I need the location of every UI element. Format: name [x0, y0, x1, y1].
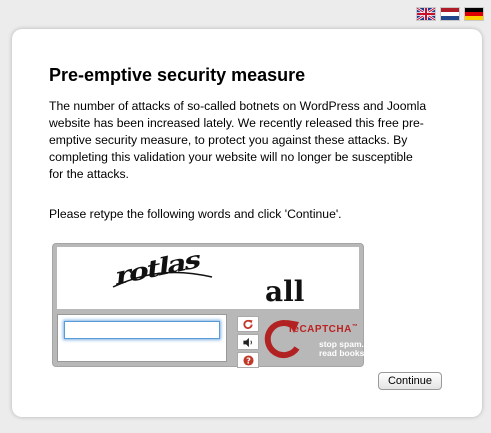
- captcha-word-1: rotlas: [114, 247, 202, 291]
- recaptcha-logo: reCAPTCHA™ stop spam. read books.: [263, 316, 367, 364]
- recaptcha-tagline: stop spam. read books.: [319, 340, 367, 358]
- captcha-response-input[interactable]: [64, 321, 220, 339]
- dialog-title: Pre-emptive security measure: [49, 65, 306, 85]
- refresh-icon[interactable]: [237, 316, 259, 332]
- nl-flag-icon[interactable]: [441, 8, 459, 20]
- brand-tm: ™: [351, 324, 359, 330]
- captcha-image: rotlas all: [57, 247, 359, 309]
- instruction-paragraph: Please retype the following words and cl…: [49, 207, 342, 221]
- svg-text:?: ?: [246, 355, 251, 365]
- language-selector: [417, 8, 483, 20]
- brand-name: CAPTCHA: [299, 324, 352, 335]
- audio-icon[interactable]: [237, 334, 259, 350]
- captcha-input-area: [57, 314, 227, 362]
- security-dialog: Pre-emptive security measure The number …: [12, 29, 482, 417]
- brand-prefix: re: [289, 324, 300, 335]
- recaptcha-brand: reCAPTCHA™: [289, 324, 358, 335]
- recaptcha-widget: rotlas all ? reCAPTCHA™ stop spam. read …: [52, 243, 367, 368]
- captcha-word-2: all: [265, 275, 304, 308]
- intro-paragraph: The number of attacks of so-called botne…: [49, 99, 427, 181]
- de-flag-icon[interactable]: [465, 8, 483, 20]
- tagline-line-2: read books.: [319, 348, 367, 358]
- uk-flag-icon[interactable]: [417, 8, 435, 20]
- help-icon[interactable]: ?: [237, 352, 259, 368]
- continue-button[interactable]: Continue: [378, 372, 442, 390]
- captcha-controls: ?: [237, 316, 259, 368]
